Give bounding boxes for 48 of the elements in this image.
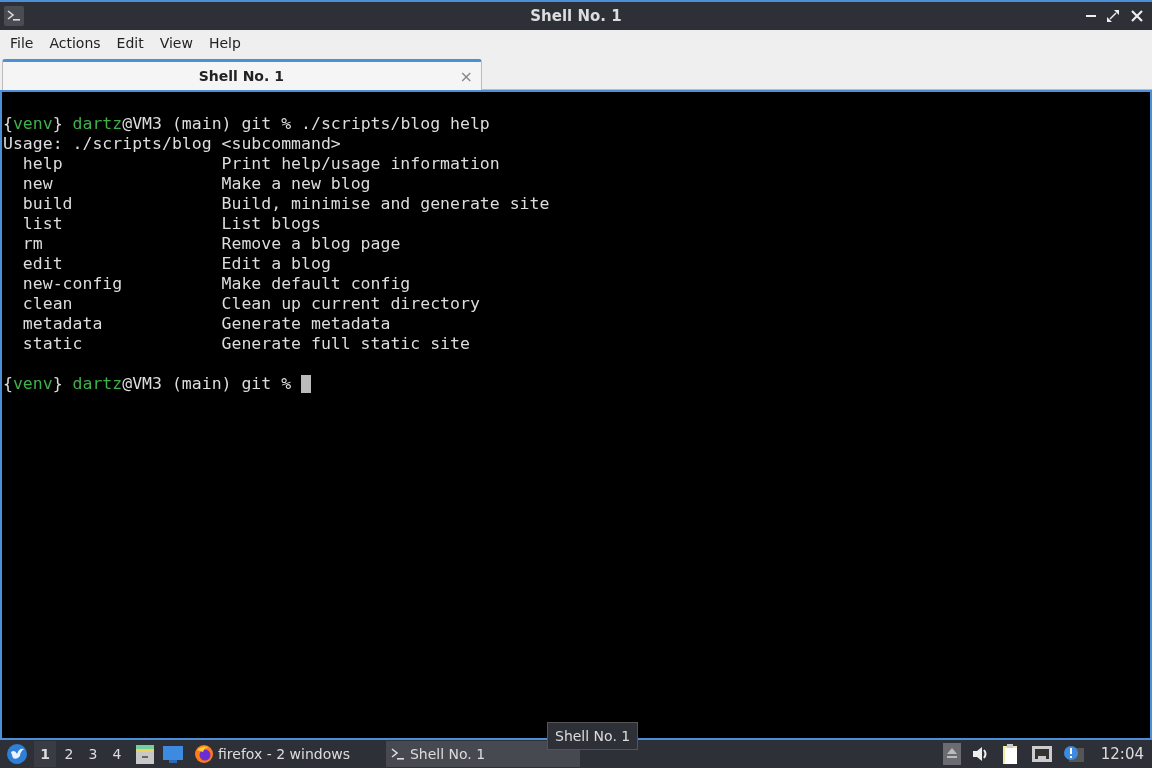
eject-icon: [942, 743, 961, 765]
workspace-button[interactable]: 3: [82, 741, 104, 767]
browser-icon: [194, 744, 214, 764]
maximize-button[interactable]: [1106, 9, 1120, 23]
terminal-line: list List blogs: [21, 214, 321, 234]
terminal-line: Usage: ./scripts/blog <subcommand>: [3, 134, 341, 154]
tray-expand-button[interactable]: [942, 743, 961, 765]
file-cabinet-icon: [134, 743, 156, 765]
workspace-button[interactable]: 1: [34, 741, 56, 767]
workspace-button[interactable]: 2: [58, 741, 80, 767]
menu-item[interactable]: Help: [200, 35, 249, 51]
taskbar-button[interactable]: Shell No. 1: [385, 741, 580, 767]
network-button[interactable]: [1030, 744, 1053, 764]
terminal-line: {venv} dartz@VM3 (main) git %: [3, 374, 293, 394]
terminal-line: clean Clean up current directory: [21, 294, 480, 314]
terminal-line: help Print help/usage information: [21, 154, 500, 174]
terminal-icon: [389, 746, 406, 762]
alert-icon: [1062, 744, 1085, 764]
notification-button[interactable]: [1062, 744, 1085, 764]
network-port-icon: [1030, 744, 1053, 764]
tab-label: Shell No. 1: [197, 68, 285, 84]
show-desktop-button[interactable]: [162, 743, 184, 765]
menu-item[interactable]: View: [151, 35, 201, 51]
terminal-line: metadata Generate metadata: [21, 314, 391, 334]
terminal-line: new Make a new blog: [21, 174, 371, 194]
monitor-icon: [162, 743, 184, 765]
file-manager-button[interactable]: [134, 743, 156, 765]
tab[interactable]: Shell No. 1 ×: [2, 59, 482, 90]
taskbar-button[interactable]: firefox - 2 windows: [190, 741, 354, 767]
minimize-icon: [1086, 15, 1096, 17]
clock[interactable]: 12:04: [1100, 745, 1144, 763]
close-button[interactable]: [1130, 9, 1144, 23]
menu-item[interactable]: Edit: [108, 35, 152, 51]
close-icon: [1130, 9, 1144, 23]
start-menu-button[interactable]: [6, 743, 28, 765]
terminal-line: build Build, minimise and generate site: [21, 194, 550, 214]
window-title: Shell No. 1: [530, 7, 622, 25]
menu-item[interactable]: Actions: [41, 35, 109, 51]
terminal-line: edit Edit a blog: [21, 254, 331, 274]
terminal-line: new-config Make default config: [21, 274, 411, 294]
workspace-button[interactable]: 4: [106, 741, 128, 767]
maximize-icon: [1106, 9, 1120, 23]
terminal-line: rm Remove a blog page: [21, 234, 401, 254]
tooltip: Shell No. 1: [547, 722, 639, 750]
menu-item[interactable]: File: [2, 35, 42, 51]
terminal-line: static Generate full static site: [21, 334, 470, 354]
bird-logo-icon: [6, 743, 28, 765]
terminal-line: {venv} dartz@VM3 (main) git % ./scripts/blog help: [3, 114, 490, 134]
